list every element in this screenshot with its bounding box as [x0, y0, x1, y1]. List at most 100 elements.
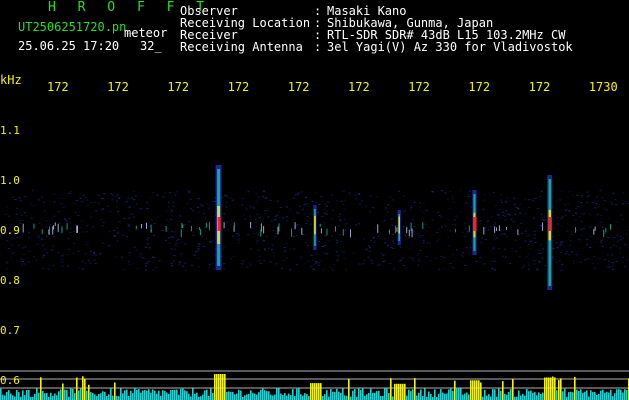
noise-speck: [61, 261, 64, 263]
freq-tick-label: 0.6: [0, 374, 20, 387]
noise-speck: [156, 216, 159, 218]
noise-speck: [399, 246, 402, 248]
carrier-dash: [326, 228, 328, 236]
noise-speck: [533, 230, 536, 232]
noise-speck: [342, 190, 345, 192]
noise-speck: [324, 245, 327, 247]
noise-speck: [285, 242, 288, 244]
noise-speck: [505, 210, 508, 212]
histogram-bar: [230, 392, 232, 400]
noise-speck: [170, 210, 173, 212]
noise-speck: [293, 248, 296, 250]
histogram-bar: [196, 392, 198, 400]
noise-speck: [393, 268, 395, 270]
histogram-bar: [204, 390, 206, 400]
noise-speck: [174, 248, 177, 250]
noise-speck: [532, 199, 535, 201]
noise-speck: [322, 269, 325, 271]
noise-speck: [324, 213, 326, 215]
noise-speck: [13, 199, 16, 201]
noise-speck: [330, 267, 333, 269]
noise-speck: [403, 210, 406, 212]
noise-speck: [253, 207, 256, 209]
noise-speck: [197, 245, 200, 247]
histogram-bar: [498, 388, 500, 400]
noise-speck: [557, 223, 559, 225]
histogram-bar: [586, 390, 588, 400]
noise-speck: [620, 214, 623, 216]
carrier-dash: [396, 227, 398, 232]
histogram-bar: [318, 383, 320, 400]
noise-speck: [312, 268, 315, 270]
histogram-bar: [166, 392, 168, 400]
noise-speck: [601, 227, 604, 229]
histogram-bar: [248, 394, 250, 400]
noise-speck: [612, 244, 615, 246]
histogram-bar: [622, 392, 624, 400]
noise-speck: [512, 221, 515, 223]
noise-speck: [318, 264, 321, 266]
noise-speck: [277, 211, 280, 213]
noise-speck: [447, 219, 450, 221]
noise-speck: [496, 237, 499, 239]
histogram-bar: [144, 390, 146, 400]
histogram-bar: [42, 390, 44, 400]
noise-speck: [41, 196, 44, 198]
histogram-bar: [358, 388, 360, 400]
histogram-bar: [600, 390, 602, 400]
noise-speck: [494, 269, 496, 271]
echo-bright: [314, 215, 316, 235]
noise-speck: [196, 257, 199, 259]
histogram-bar: [278, 388, 280, 400]
noise-speck: [580, 220, 583, 222]
noise-speck: [555, 200, 558, 202]
noise-speck: [560, 252, 563, 254]
carrier-dash: [542, 222, 544, 231]
noise-speck: [148, 247, 151, 249]
noise-speck: [603, 259, 606, 261]
noise-speck: [66, 265, 69, 267]
noise-speck: [314, 202, 317, 204]
noise-speck: [237, 239, 240, 241]
noise-speck: [345, 226, 348, 228]
noise-speck: [497, 214, 500, 216]
noise-speck: [20, 258, 23, 260]
noise-speck: [437, 228, 440, 230]
noise-speck: [163, 192, 166, 194]
noise-speck: [601, 246, 604, 247]
noise-speck: [82, 231, 85, 233]
noise-speck: [295, 264, 298, 266]
noise-speck: [25, 215, 27, 217]
noise-speck: [276, 200, 279, 202]
noise-speck: [172, 255, 175, 256]
time-tick-label: 172: [528, 80, 551, 94]
noise-speck: [6, 260, 9, 262]
noise-speck: [168, 192, 171, 194]
noise-speck: [95, 254, 98, 256]
noise-speck: [171, 236, 174, 238]
noise-speck: [571, 194, 574, 196]
noise-speck: [608, 260, 610, 262]
noise-speck: [6, 240, 9, 242]
noise-speck: [462, 231, 465, 233]
noise-speck: [320, 260, 322, 262]
histogram-bar: [476, 380, 478, 400]
noise-speck: [186, 203, 189, 205]
noise-speck: [342, 204, 345, 205]
noise-speck: [255, 193, 258, 195]
noise-speck: [184, 269, 187, 271]
noise-speck: [62, 206, 65, 208]
noise-speck: [333, 264, 336, 265]
noise-speck: [593, 256, 596, 258]
histogram-bar: [0, 388, 2, 400]
histogram-bar: [298, 388, 300, 400]
noise-speck: [541, 257, 544, 259]
noise-speck: [320, 196, 323, 197]
noise-speck: [425, 210, 428, 212]
noise-speck: [145, 269, 147, 271]
histogram-bar: [306, 394, 308, 400]
histogram-bar: [146, 390, 148, 400]
noise-speck: [512, 250, 515, 252]
noise-speck: [45, 220, 48, 221]
noise-speck: [169, 219, 172, 220]
